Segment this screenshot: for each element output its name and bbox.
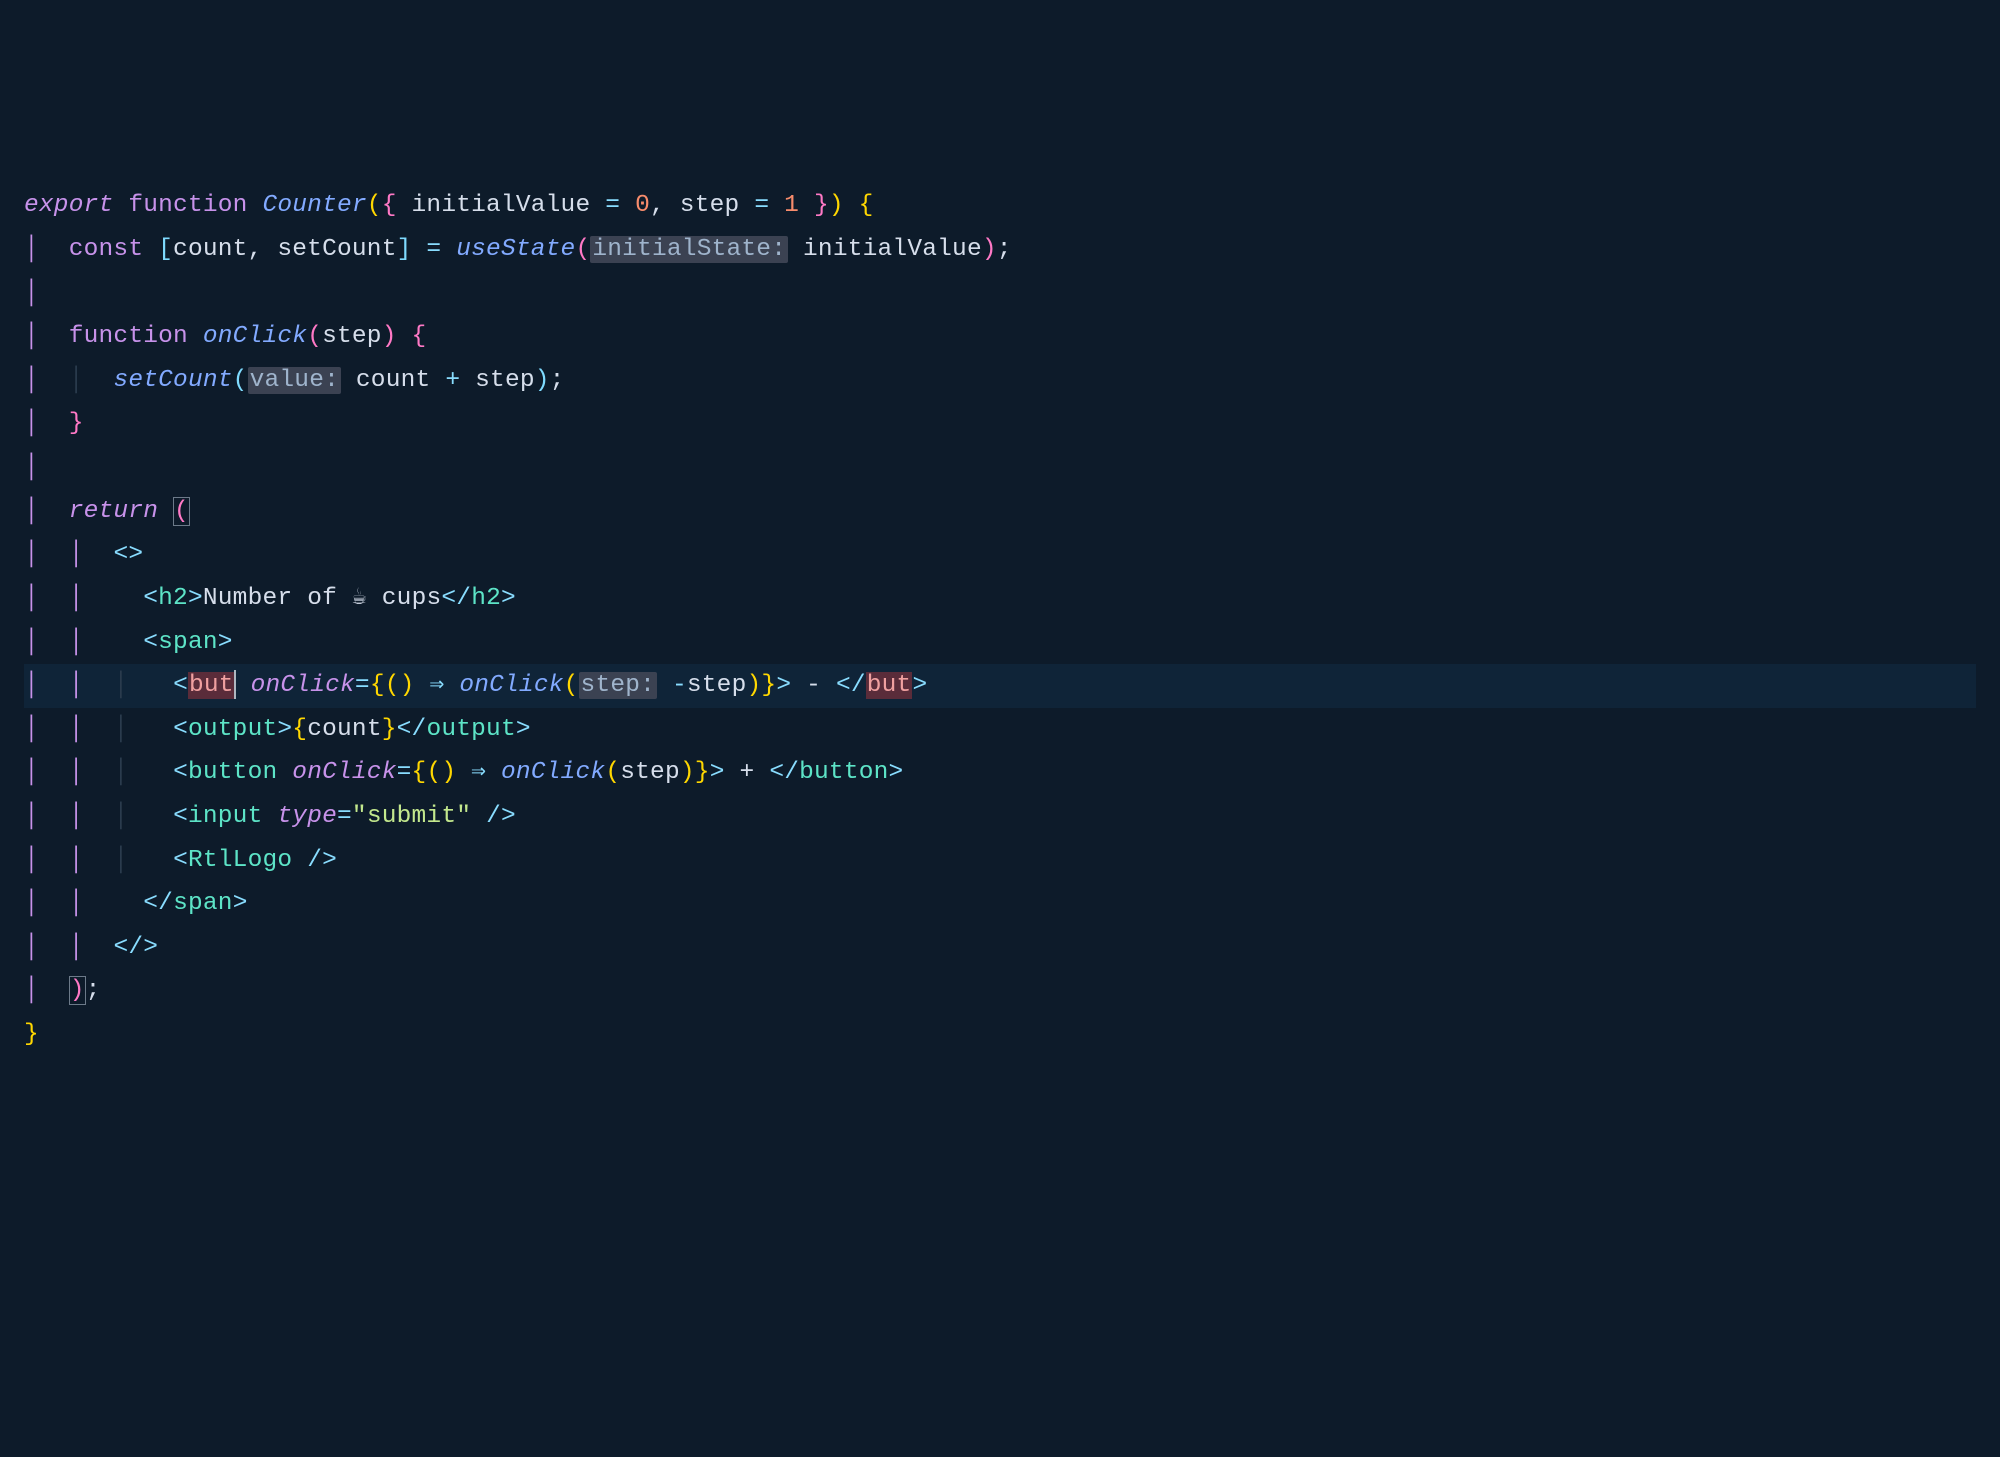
- code-line-20: }: [24, 1013, 1976, 1057]
- code-line-6: │ }: [24, 402, 1976, 446]
- text-cups: cups: [367, 585, 442, 612]
- arrow-fn: ⇒: [471, 759, 486, 786]
- param-step: step: [680, 192, 740, 219]
- number-one: 1: [784, 192, 799, 219]
- code-line-7: │: [24, 446, 1976, 490]
- tag-output: output: [188, 716, 277, 743]
- keyword-function: function: [128, 192, 247, 219]
- code-editor[interactable]: export function Counter({ initialValue =…: [24, 184, 1976, 1056]
- operator-assign: =: [754, 192, 769, 219]
- ident-step: step: [687, 672, 747, 699]
- ident-set-count: setCount: [277, 236, 396, 263]
- fn-on-click-call: onClick: [459, 672, 563, 699]
- inlay-step: step:: [579, 672, 658, 699]
- tag-input: input: [188, 803, 263, 830]
- code-line-4: │ function onClick(step) {: [24, 315, 1976, 359]
- code-line-3: │: [24, 272, 1976, 316]
- param-initial-value: initialValue: [412, 192, 591, 219]
- code-line-11: │ │ <span>: [24, 621, 1976, 665]
- tag-rtl-logo: RtlLogo: [188, 847, 292, 874]
- attr-type: type: [277, 803, 337, 830]
- param-step: step: [322, 323, 382, 350]
- code-line-10: │ │ <h2>Number of ☕ cups</h2>: [24, 577, 1976, 621]
- code-line-17: │ │ </span>: [24, 882, 1976, 926]
- comma: ,: [650, 192, 665, 219]
- function-name: Counter: [262, 192, 366, 219]
- fn-use-state: useState: [456, 236, 575, 263]
- tag-but-error-open: but: [188, 672, 235, 699]
- text-plus: +: [725, 759, 770, 786]
- text-number-of: Number of: [203, 585, 352, 612]
- number-zero: 0: [635, 192, 650, 219]
- keyword-return: return: [69, 498, 158, 525]
- text-cursor: [234, 670, 236, 699]
- ident-step: step: [475, 367, 535, 394]
- arrow-fn: ⇒: [429, 672, 444, 699]
- ident-count: count: [356, 367, 431, 394]
- tag-span: span: [158, 629, 218, 656]
- code-line-9: │ │ <>: [24, 533, 1976, 577]
- code-line-14: │ │ │ <button onClick={() ⇒ onClick(step…: [24, 751, 1976, 795]
- arg-initial-value: initialValue: [803, 236, 982, 263]
- inlay-initial-state: initialState:: [590, 236, 788, 263]
- ident-count: count: [173, 236, 248, 263]
- keyword-export: export: [24, 192, 113, 219]
- tag-button-close: button: [799, 759, 888, 786]
- emoji-coffee: ☕: [352, 585, 367, 612]
- operator-assign: =: [605, 192, 620, 219]
- text-minus: -: [791, 672, 836, 699]
- semicolon: ;: [997, 236, 1012, 263]
- operator-minus: -: [672, 672, 687, 699]
- code-line-8: │ return (: [24, 490, 1976, 534]
- operator-plus: +: [445, 367, 460, 394]
- tag-span-close: span: [173, 890, 233, 917]
- tag-button: button: [188, 759, 277, 786]
- keyword-const: const: [69, 236, 144, 263]
- fn-on-click-call: onClick: [501, 759, 605, 786]
- inlay-value: value:: [248, 367, 341, 394]
- code-line-5: │ │ setCount(value: count + step);: [24, 359, 1976, 403]
- comma: ,: [248, 236, 263, 263]
- ident-count: count: [307, 716, 382, 743]
- semicolon: ;: [86, 977, 101, 1004]
- tag-output-close: output: [426, 716, 515, 743]
- keyword-function: function: [69, 323, 188, 350]
- operator-assign: =: [426, 236, 441, 263]
- code-line-19: │ );: [24, 969, 1976, 1013]
- ident-step: step: [620, 759, 680, 786]
- code-line-12-current: │ │ │ <but onClick={() ⇒ onClick(step: -…: [24, 664, 1976, 708]
- code-line-2: │ const [count, setCount] = useState(ini…: [24, 228, 1976, 272]
- string-submit: "submit": [352, 803, 471, 830]
- code-line-1: export function Counter({ initialValue =…: [24, 184, 1976, 228]
- attr-on-click: onClick: [251, 672, 355, 699]
- tag-h2: h2: [158, 585, 188, 612]
- code-line-13: │ │ │ <output>{count}</output>: [24, 708, 1976, 752]
- attr-on-click: onClick: [292, 759, 396, 786]
- code-line-18: │ │ </>: [24, 926, 1976, 970]
- tag-but-error-close: but: [866, 672, 913, 699]
- code-line-15: │ │ │ <input type="submit" />: [24, 795, 1976, 839]
- semicolon: ;: [550, 367, 565, 394]
- tag-h2-close: h2: [471, 585, 501, 612]
- code-line-16: │ │ │ <RtlLogo />: [24, 839, 1976, 883]
- fn-set-count: setCount: [113, 367, 232, 394]
- fn-on-click: onClick: [203, 323, 307, 350]
